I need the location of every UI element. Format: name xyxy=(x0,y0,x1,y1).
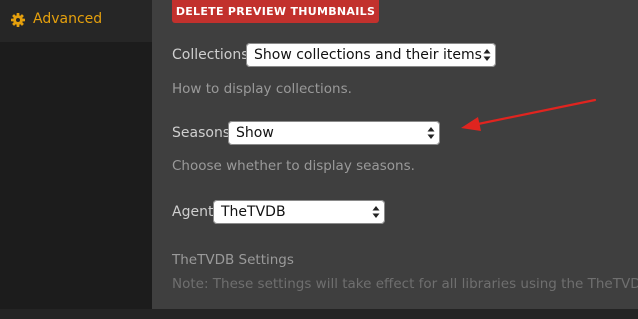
agent-select[interactable]: TheTVDB xyxy=(213,200,385,224)
agent-label: Agent xyxy=(172,204,214,220)
bottom-bar xyxy=(0,309,638,319)
seasons-select-value: Show xyxy=(236,125,274,141)
agent-settings-title: TheTVDB Settings xyxy=(172,252,294,268)
seasons-help: Choose whether to display seasons. xyxy=(172,158,415,174)
gear-icon xyxy=(11,12,25,27)
sidebar-item-label: Advanced xyxy=(33,11,103,27)
agent-select-value: TheTVDB xyxy=(221,204,286,220)
agent-settings-note: Note: These settings will take effect fo… xyxy=(172,276,638,292)
collections-select[interactable]: Show collections and their items xyxy=(246,43,496,67)
chevron-up-down-icon xyxy=(427,127,435,139)
seasons-select[interactable]: Show xyxy=(228,121,440,145)
delete-preview-thumbnails-button[interactable]: DELETE PREVIEW THUMBNAILS xyxy=(172,0,379,23)
chevron-up-down-icon xyxy=(372,206,380,218)
sidebar-item-advanced[interactable]: Advanced xyxy=(0,0,152,42)
collections-select-value: Show collections and their items xyxy=(254,47,482,63)
chevron-up-down-icon xyxy=(483,49,491,61)
collections-help: How to display collections. xyxy=(172,81,352,97)
collections-label: Collections xyxy=(172,47,249,63)
sidebar: Advanced xyxy=(0,0,152,309)
seasons-label: Seasons xyxy=(172,125,231,141)
